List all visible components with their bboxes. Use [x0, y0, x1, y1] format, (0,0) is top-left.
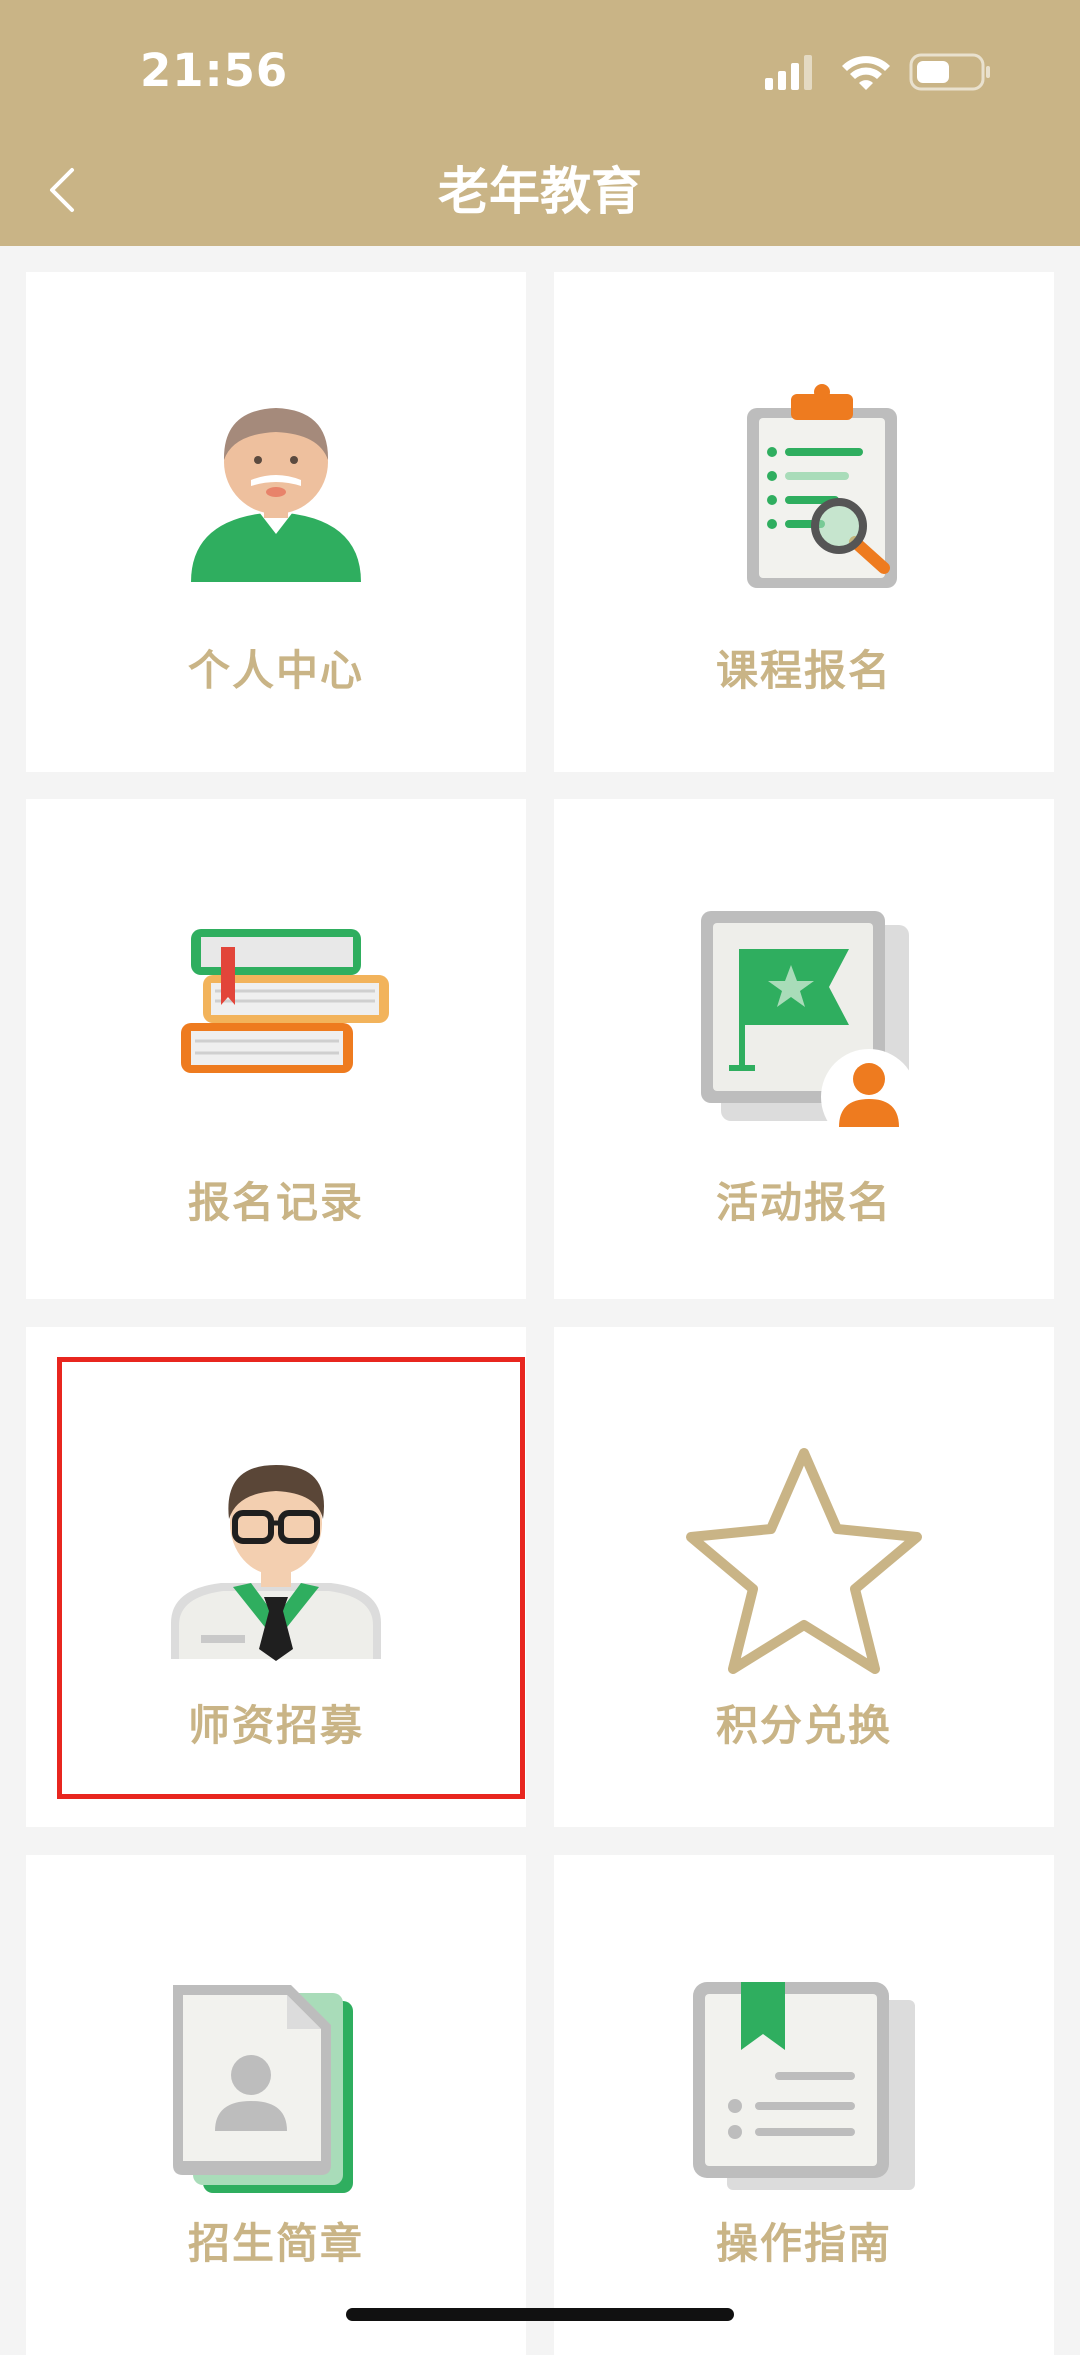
home-indicator[interactable]	[346, 2308, 734, 2321]
status-icons	[765, 53, 990, 91]
star-icon	[686, 1448, 922, 1674]
tile-points-exchange[interactable]: 积分兑换	[554, 1327, 1054, 1827]
tile-label: 活动报名	[715, 1178, 892, 1227]
tile-label: 报名记录	[187, 1178, 364, 1227]
tile-enrollment-brochure[interactable]: 招生简章	[26, 1855, 526, 2355]
signal-icon	[765, 55, 812, 90]
clipboard-search-icon	[747, 384, 897, 588]
tile-course-registration[interactable]: 课程报名	[554, 272, 1054, 772]
flag-person-icon	[701, 911, 917, 1145]
tile-personal-center[interactable]: 个人中心	[26, 272, 526, 772]
header-bar: 21:56 老年教育	[0, 0, 1080, 246]
tile-activity-registration[interactable]: 活动报名	[554, 799, 1054, 1299]
profile-document-icon	[173, 1985, 353, 2193]
tile-label: 课程报名	[715, 646, 892, 695]
tile-registration-records[interactable]: 报名记录	[26, 799, 526, 1299]
wifi-icon	[842, 56, 890, 90]
guide-book-icon	[693, 1982, 915, 2190]
elderly-person-icon	[191, 408, 361, 582]
books-stack-icon	[181, 929, 389, 1073]
highlight-box	[57, 1357, 525, 1799]
tile-label: 积分兑换	[715, 1701, 892, 1750]
battery-icon	[909, 53, 990, 91]
tile-label: 操作指南	[715, 2219, 892, 2268]
status-time: 21:56	[140, 44, 289, 97]
tile-label: 招生简章	[187, 2219, 364, 2268]
page-title: 老年教育	[437, 163, 642, 222]
tile-operation-guide[interactable]: 操作指南	[554, 1855, 1054, 2355]
tile-label: 个人中心	[187, 646, 364, 695]
